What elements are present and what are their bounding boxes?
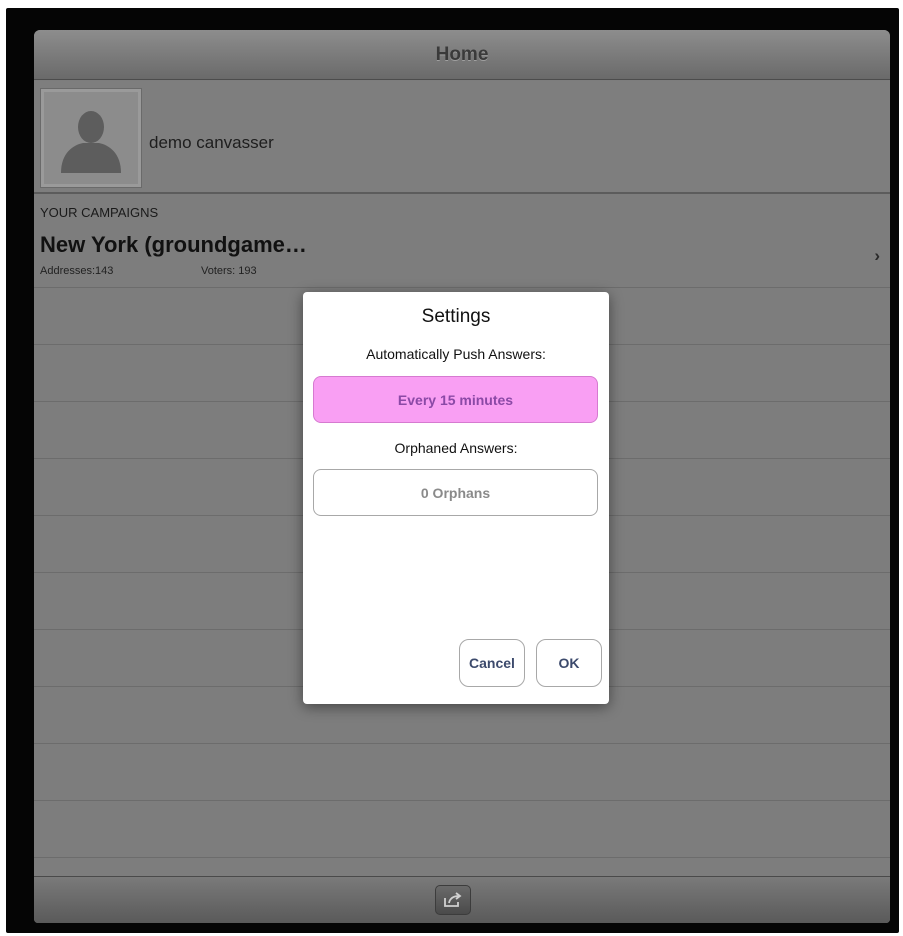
campaigns-section-header: YOUR CAMPAIGNS — [40, 205, 159, 220]
profile-row: demo canvasser — [34, 81, 890, 194]
orphaned-answers-label: Orphaned Answers: — [394, 440, 518, 456]
orphans-value: 0 Orphans — [420, 484, 491, 501]
person-silhouette-icon — [61, 111, 121, 173]
user-name: demo canvasser — [149, 133, 274, 152]
settings-dialog: Settings Automatically Push Answers: Eve… — [303, 292, 609, 704]
chevron-right-icon: › — [874, 246, 880, 265]
ok-button[interactable]: OK — [536, 639, 602, 687]
page-title: Home — [435, 43, 489, 65]
campaign-title: New York (groundgame… — [40, 232, 307, 257]
push-answers-label: Automatically Push Answers: — [366, 346, 546, 362]
navigation-bar: Home — [34, 30, 890, 80]
orphans-button[interactable]: 0 Orphans — [313, 469, 598, 516]
bottom-toolbar — [34, 876, 890, 923]
empty-list-row — [34, 744, 890, 801]
push-interval-value: Every 15 minutes — [397, 391, 514, 408]
empty-list-row — [34, 801, 890, 858]
dialog-title: Settings — [421, 306, 491, 327]
campaign-row[interactable]: New York (groundgame… Addresses:143 Vote… — [34, 226, 890, 288]
push-interval-button[interactable]: Every 15 minutes — [313, 376, 598, 423]
ok-label: OK — [558, 655, 580, 671]
campaign-addresses: Addresses:143 — [40, 265, 114, 277]
avatar — [40, 88, 142, 188]
campaign-voters: Voters: 193 — [201, 265, 257, 277]
cancel-label: Cancel — [469, 655, 515, 671]
share-icon — [444, 892, 462, 907]
cancel-button[interactable]: Cancel — [459, 639, 525, 687]
share-button[interactable] — [435, 885, 471, 915]
